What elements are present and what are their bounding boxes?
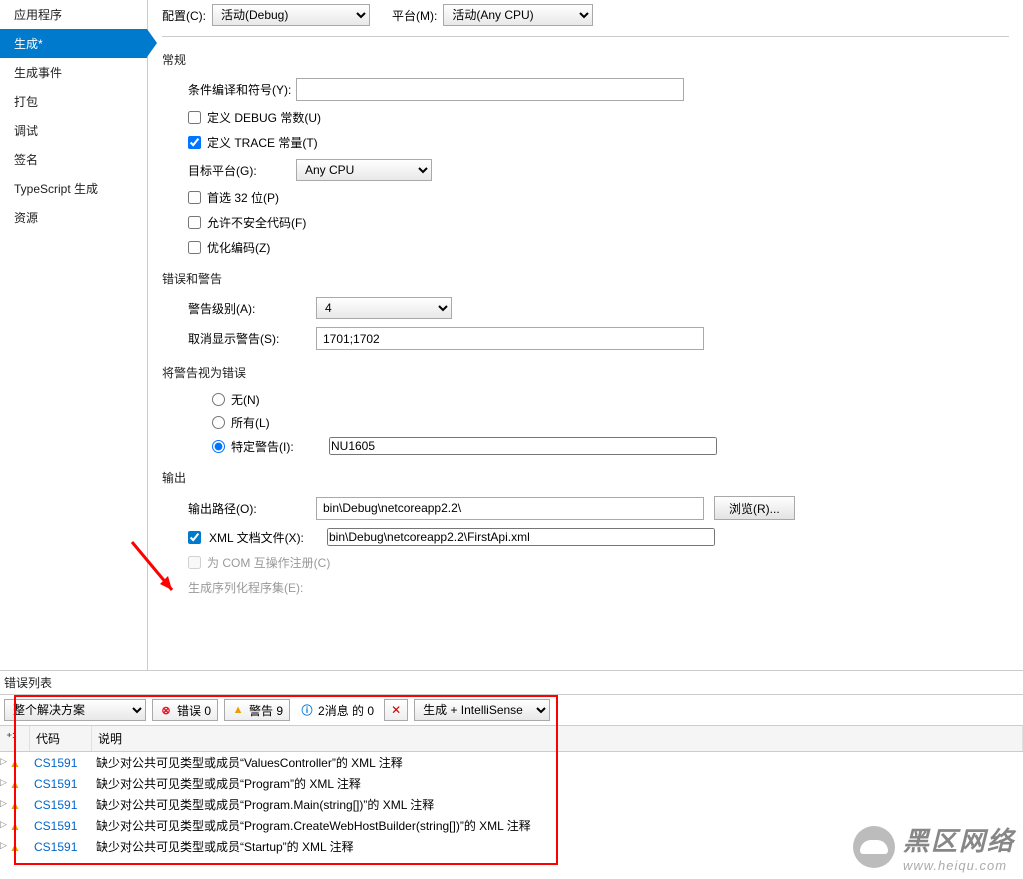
platform-select[interactable]: 活动(Any CPU) xyxy=(443,4,593,26)
section-output: 输出 xyxy=(162,469,1009,486)
expand-icon[interactable]: ▷ xyxy=(0,840,7,851)
target-platform-label: 目标平台(G): xyxy=(188,162,296,179)
treat-all-radio[interactable] xyxy=(212,416,225,429)
desc-cell: 缺少对公共可见类型或成员“Program.Main(string[])”的 XM… xyxy=(92,796,1023,813)
sidebar-item-package[interactable]: 打包 xyxy=(0,87,147,116)
cond-compile-input[interactable] xyxy=(296,78,684,101)
expand-icon[interactable]: ▷ xyxy=(0,777,7,788)
col-desc[interactable]: 说明 xyxy=(92,726,1023,751)
table-row[interactable]: ▷▲ CS1591缺少对公共可见类型或成员“Program”的 XML 注释 xyxy=(0,773,1023,794)
suppress-warn-label: 取消显示警告(S): xyxy=(188,330,316,347)
col-code[interactable]: 代码 xyxy=(30,726,92,751)
sidebar-item-build[interactable]: 生成* xyxy=(0,29,147,58)
treat-none-label: 无(N) xyxy=(231,391,260,408)
table-row[interactable]: ▷▲ CS1591缺少对公共可见类型或成员“Program.Main(string… xyxy=(0,794,1023,815)
treat-specific-label: 特定警告(I): xyxy=(231,438,323,455)
config-select[interactable]: 活动(Debug) xyxy=(212,4,370,26)
output-path-label: 输出路径(O): xyxy=(188,500,316,517)
watermark: 黑区网络 www.heiqu.com xyxy=(853,821,1015,873)
code-link[interactable]: CS1591 xyxy=(30,777,92,791)
warning-icon: ▲ xyxy=(9,756,21,770)
config-label: 配置(C): xyxy=(162,7,206,24)
treat-specific-input[interactable] xyxy=(329,437,717,455)
platform-label: 平台(M): xyxy=(392,7,437,24)
warning-icon: ▲ xyxy=(231,703,245,717)
sidebar-item-build-events[interactable]: 生成事件 xyxy=(0,58,147,87)
prefer32-checkbox[interactable] xyxy=(188,191,201,204)
warning-icon: ▲ xyxy=(9,777,21,791)
cond-compile-label: 条件编译和符号(Y): xyxy=(188,81,296,98)
sidebar-item-resources[interactable]: 资源 xyxy=(0,203,147,232)
errors-filter-button[interactable]: ⊗错误 0 xyxy=(152,699,218,721)
define-debug-label: 定义 DEBUG 常数(U) xyxy=(207,109,321,126)
section-treat: 将警告视为错误 xyxy=(162,364,1009,381)
sidebar-item-signing[interactable]: 签名 xyxy=(0,145,147,174)
sidebar-item-ts-build[interactable]: TypeScript 生成 xyxy=(0,174,147,203)
section-general: 常规 xyxy=(162,51,1009,68)
browse-button[interactable]: 浏览(R)... xyxy=(714,496,795,520)
optimize-checkbox[interactable] xyxy=(188,241,201,254)
error-icon: ⊗ xyxy=(159,703,173,717)
section-errwarn: 错误和警告 xyxy=(162,270,1009,287)
clear-filter-button[interactable]: ✕ xyxy=(384,699,408,721)
xml-doc-input[interactable] xyxy=(327,528,715,546)
com-interop-label: 为 COM 互操作注册(C) xyxy=(207,554,330,571)
warning-icon: ▲ xyxy=(9,840,21,854)
output-path-input[interactable] xyxy=(316,497,704,520)
treat-specific-radio[interactable] xyxy=(212,440,225,453)
watermark-main: 黑区网络 xyxy=(903,821,1015,858)
target-platform-select[interactable]: Any CPU xyxy=(296,159,432,181)
warn-level-label: 警告级别(A): xyxy=(188,300,316,317)
table-row[interactable]: ▷▲ CS1591缺少对公共可见类型或成员“ValuesController”的 … xyxy=(0,752,1023,773)
expand-icon[interactable]: ▷ xyxy=(0,819,7,830)
sidebar-item-debug[interactable]: 调试 xyxy=(0,116,147,145)
warnings-filter-button[interactable]: ▲警告 9 xyxy=(224,699,290,721)
code-link[interactable]: CS1591 xyxy=(30,840,92,854)
define-trace-checkbox[interactable] xyxy=(188,136,201,149)
xml-doc-checkbox[interactable] xyxy=(188,531,201,544)
build-settings-panel: 配置(C): 活动(Debug) 平台(M): 活动(Any CPU) 常规 条… xyxy=(148,0,1023,670)
unsafe-label: 允许不安全代码(F) xyxy=(207,214,306,231)
scope-select[interactable]: 整个解决方案 xyxy=(4,699,146,721)
com-interop-checkbox xyxy=(188,556,201,569)
expand-icon[interactable]: ▷ xyxy=(0,798,7,809)
treat-none-radio[interactable] xyxy=(212,393,225,406)
desc-cell: 缺少对公共可见类型或成员“Program”的 XML 注释 xyxy=(92,775,1023,792)
info-icon: ⓘ xyxy=(300,703,314,717)
warning-icon: ▲ xyxy=(9,819,21,833)
sidebar-item-app[interactable]: 应用程序 xyxy=(0,0,147,29)
watermark-icon xyxy=(853,826,895,868)
serial-asm-label: 生成序列化程序集(E): xyxy=(188,579,316,596)
source-select[interactable]: 生成 + IntelliSense xyxy=(414,699,550,721)
warn-level-select[interactable]: 4 xyxy=(316,297,452,319)
unsafe-checkbox[interactable] xyxy=(188,216,201,229)
suppress-warn-input[interactable] xyxy=(316,327,704,350)
filter-x-icon: ✕ xyxy=(391,703,401,717)
treat-all-label: 所有(L) xyxy=(231,414,270,431)
warning-icon: ▲ xyxy=(9,798,21,812)
code-link[interactable]: CS1591 xyxy=(30,756,92,770)
watermark-sub: www.heiqu.com xyxy=(903,858,1015,873)
code-link[interactable]: CS1591 xyxy=(30,798,92,812)
prefer32-label: 首选 32 位(P) xyxy=(207,189,279,206)
error-list-title: 错误列表 xyxy=(0,671,1023,694)
expand-icon[interactable]: ▷ xyxy=(0,756,7,767)
optimize-label: 优化编码(Z) xyxy=(207,239,270,256)
col-icon[interactable]: ⁺¹ xyxy=(0,726,30,751)
messages-filter[interactable]: ⓘ2消息 的 0 xyxy=(296,702,378,719)
code-link[interactable]: CS1591 xyxy=(30,819,92,833)
sidebar: 应用程序 生成* 生成事件 打包 调试 签名 TypeScript 生成 资源 xyxy=(0,0,148,670)
desc-cell: 缺少对公共可见类型或成员“ValuesController”的 XML 注释 xyxy=(92,754,1023,771)
error-table-header: ⁺¹ 代码 说明 xyxy=(0,725,1023,752)
define-trace-label: 定义 TRACE 常量(T) xyxy=(207,134,318,151)
xml-doc-label: XML 文档文件(X): xyxy=(209,529,319,546)
define-debug-checkbox[interactable] xyxy=(188,111,201,124)
